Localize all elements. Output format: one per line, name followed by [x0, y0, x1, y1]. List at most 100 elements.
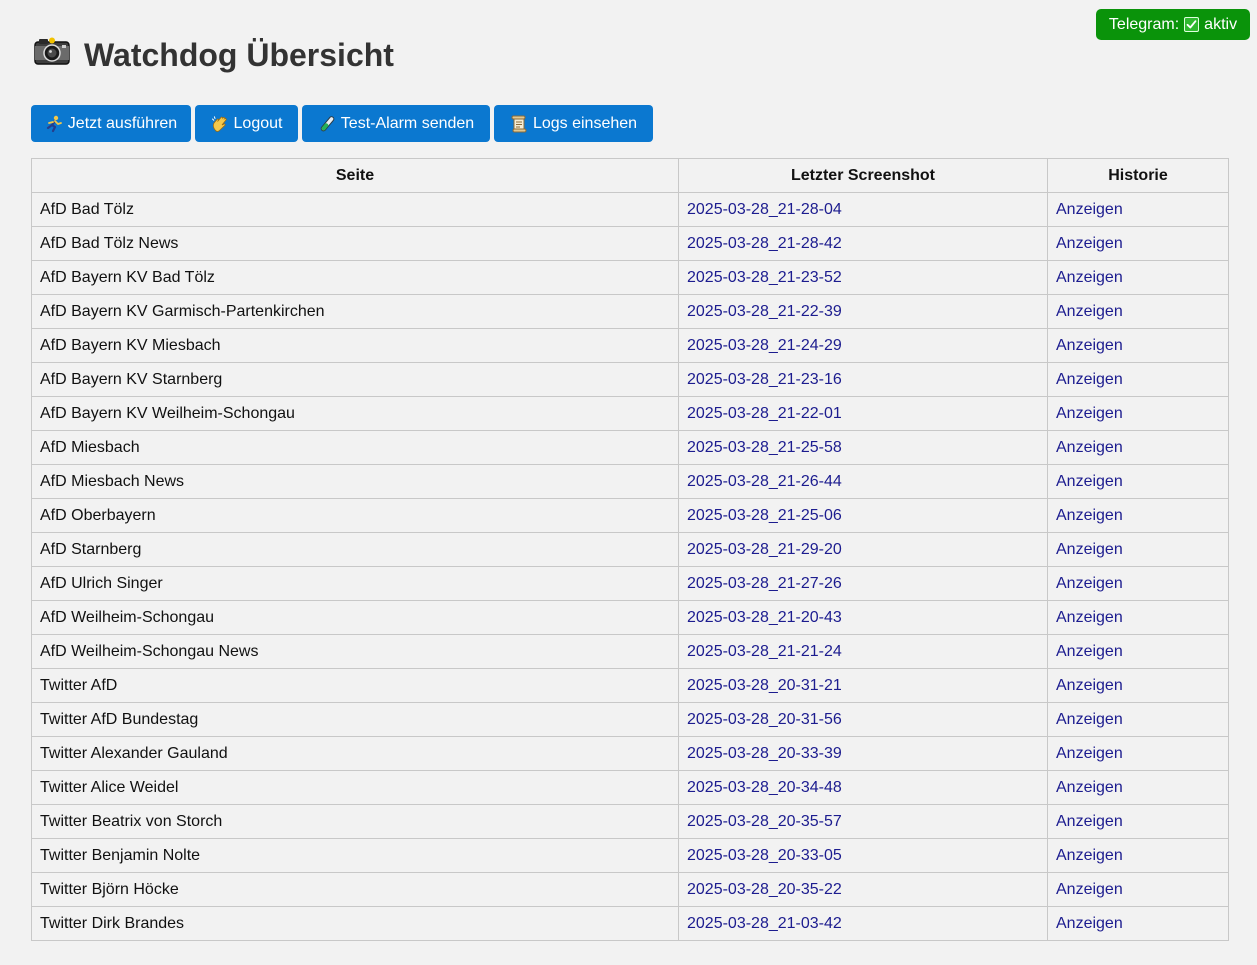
table-row: Twitter Beatrix von Storch 2025-03-28_20-…	[31, 804, 1229, 839]
table-header-row: Seite Letzter Screenshot Historie	[31, 158, 1229, 193]
site-name-cell: AfD Bayern KV Garmisch-Partenkirchen	[31, 294, 679, 329]
telegram-label: Telegram:	[1108, 15, 1180, 33]
table-row: AfD Ulrich Singer 2025-03-28_21-27-26 Anze…	[31, 566, 1229, 601]
run-now-button[interactable]: Jetzt ausführen	[31, 105, 191, 142]
table-row: AfD Bayern KV Bad Tölz 2025-03-28_21-23-5…	[31, 260, 1229, 295]
site-name-cell: AfD Bad Tölz News	[31, 226, 679, 261]
site-name-cell: Twitter Alice Weidel	[31, 770, 679, 805]
site-name-cell: Twitter Benjamin Nolte	[31, 838, 679, 873]
site-name-cell: Twitter Dirk Brandes	[31, 906, 679, 941]
table-row: AfD Starnberg 2025-03-28_21-29-20 Anzeigen	[31, 532, 1229, 567]
screenshot-link[interactable]: 2025-03-28_21-23-16	[678, 362, 1048, 397]
history-link[interactable]: Anzeigen	[1047, 396, 1229, 431]
table-row: Twitter AfD Bundestag 2025-03-28_20-31-56…	[31, 702, 1229, 737]
history-link[interactable]: Anzeigen	[1047, 770, 1229, 805]
screenshot-link[interactable]: 2025-03-28_21-20-43	[678, 600, 1048, 635]
history-link[interactable]: Anzeigen	[1047, 702, 1229, 737]
column-header-history: Historie	[1047, 158, 1229, 193]
screenshot-link[interactable]: 2025-03-28_21-28-42	[678, 226, 1048, 261]
waving-hand-icon	[211, 115, 229, 133]
table-row: AfD Weilheim-Schongau News 2025-03-28_21-…	[31, 634, 1229, 669]
screenshot-link[interactable]: 2025-03-28_20-33-39	[678, 736, 1048, 771]
screenshot-link[interactable]: 2025-03-28_21-21-24	[678, 634, 1048, 669]
toolbar: Jetzt ausführen Logout Test-Alarm senden	[31, 105, 653, 142]
table-row: Twitter Björn Höcke 2025-03-28_20-35-22 An…	[31, 872, 1229, 907]
run-now-label: Jetzt ausführen	[67, 114, 178, 132]
screenshot-link[interactable]: 2025-03-28_20-31-56	[678, 702, 1048, 737]
screenshot-link[interactable]: 2025-03-28_20-31-21	[678, 668, 1048, 703]
table-row: Twitter Alice Weidel 2025-03-28_20-34-48 A…	[31, 770, 1229, 805]
history-link[interactable]: Anzeigen	[1047, 328, 1229, 363]
table-row: AfD Oberbayern 2025-03-28_21-25-06 Anzeige…	[31, 498, 1229, 533]
table-row: Twitter Alexander Gauland 2025-03-28_20-3…	[31, 736, 1229, 771]
screenshot-link[interactable]: 2025-03-28_21-29-20	[678, 532, 1048, 567]
history-link[interactable]: Anzeigen	[1047, 192, 1229, 227]
history-link[interactable]: Anzeigen	[1047, 498, 1229, 533]
history-link[interactable]: Anzeigen	[1047, 804, 1229, 839]
site-name-cell: AfD Starnberg	[31, 532, 679, 567]
table-row: AfD Miesbach News 2025-03-28_21-26-44 Anze…	[31, 464, 1229, 499]
table-row: AfD Bayern KV Miesbach 2025-03-28_21-24-2…	[31, 328, 1229, 363]
history-link[interactable]: Anzeigen	[1047, 532, 1229, 567]
screenshot-link[interactable]: 2025-03-28_21-28-04	[678, 192, 1048, 227]
history-link[interactable]: Anzeigen	[1047, 226, 1229, 261]
site-name-cell: AfD Bad Tölz	[31, 192, 679, 227]
watchdog-table: Seite Letzter Screenshot Historie AfD Ba…	[31, 158, 1229, 941]
logout-button[interactable]: Logout	[195, 105, 298, 142]
table-row: AfD Bayern KV Starnberg 2025-03-28_21-23-…	[31, 362, 1229, 397]
history-link[interactable]: Anzeigen	[1047, 634, 1229, 669]
history-link[interactable]: Anzeigen	[1047, 566, 1229, 601]
history-link[interactable]: Anzeigen	[1047, 838, 1229, 873]
test-tube-icon	[318, 115, 336, 133]
screenshot-link[interactable]: 2025-03-28_20-33-05	[678, 838, 1048, 873]
page-title: Watchdog Übersicht	[84, 36, 394, 73]
screenshot-link[interactable]: 2025-03-28_20-35-22	[678, 872, 1048, 907]
site-name-cell: AfD Weilheim-Schongau	[31, 600, 679, 635]
table-row: AfD Bayern KV Garmisch-Partenkirchen 2025…	[31, 294, 1229, 329]
screenshot-link[interactable]: 2025-03-28_21-22-39	[678, 294, 1048, 329]
checkmark-icon	[1184, 17, 1200, 32]
view-logs-button[interactable]: Logs einsehen	[494, 105, 653, 142]
history-link[interactable]: Anzeigen	[1047, 872, 1229, 907]
screenshot-link[interactable]: 2025-03-28_21-22-01	[678, 396, 1048, 431]
table-row: AfD Bayern KV Weilheim-Schongau 2025-03-2…	[31, 396, 1229, 431]
history-link[interactable]: Anzeigen	[1047, 294, 1229, 329]
screenshot-link[interactable]: 2025-03-28_21-25-06	[678, 498, 1048, 533]
history-link[interactable]: Anzeigen	[1047, 736, 1229, 771]
site-name-cell: Twitter Beatrix von Storch	[31, 804, 679, 839]
view-logs-label: Logs einsehen	[532, 114, 638, 132]
history-link[interactable]: Anzeigen	[1047, 906, 1229, 941]
history-link[interactable]: Anzeigen	[1047, 464, 1229, 499]
telegram-status-badge: Telegram: aktiv	[1096, 9, 1250, 40]
site-name-cell: Twitter AfD	[31, 668, 679, 703]
history-link[interactable]: Anzeigen	[1047, 668, 1229, 703]
screenshot-link[interactable]: 2025-03-28_20-34-48	[678, 770, 1048, 805]
screenshot-link[interactable]: 2025-03-28_20-35-57	[678, 804, 1048, 839]
scroll-icon	[510, 115, 528, 133]
history-link[interactable]: Anzeigen	[1047, 362, 1229, 397]
site-name-cell: AfD Bayern KV Starnberg	[31, 362, 679, 397]
history-link[interactable]: Anzeigen	[1047, 260, 1229, 295]
column-header-site: Seite	[31, 158, 679, 193]
site-name-cell: AfD Bayern KV Bad Tölz	[31, 260, 679, 295]
history-link[interactable]: Anzeigen	[1047, 430, 1229, 465]
test-alarm-button[interactable]: Test-Alarm senden	[302, 105, 490, 142]
site-name-cell: Twitter AfD Bundestag	[31, 702, 679, 737]
history-link[interactable]: Anzeigen	[1047, 600, 1229, 635]
running-person-icon	[45, 115, 63, 133]
screenshot-link[interactable]: 2025-03-28_21-27-26	[678, 566, 1048, 601]
site-name-cell: AfD Miesbach News	[31, 464, 679, 499]
site-name-cell: AfD Miesbach	[31, 430, 679, 465]
screenshot-link[interactable]: 2025-03-28_21-26-44	[678, 464, 1048, 499]
site-name-cell: AfD Weilheim-Schongau News	[31, 634, 679, 669]
column-header-screenshot: Letzter Screenshot	[678, 158, 1048, 193]
camera-icon	[32, 35, 72, 75]
screenshot-link[interactable]: 2025-03-28_21-24-29	[678, 328, 1048, 363]
screenshot-link[interactable]: 2025-03-28_21-23-52	[678, 260, 1048, 295]
site-name-cell: AfD Ulrich Singer	[31, 566, 679, 601]
screenshot-link[interactable]: 2025-03-28_21-25-58	[678, 430, 1048, 465]
screenshot-link[interactable]: 2025-03-28_21-03-42	[678, 906, 1048, 941]
site-name-cell: AfD Oberbayern	[31, 498, 679, 533]
table-row: AfD Bad Tölz 2025-03-28_21-28-04 Anzeigen	[31, 192, 1229, 227]
page: Telegram: aktiv Watchdog Übersicht Jetzt…	[0, 0, 1257, 965]
